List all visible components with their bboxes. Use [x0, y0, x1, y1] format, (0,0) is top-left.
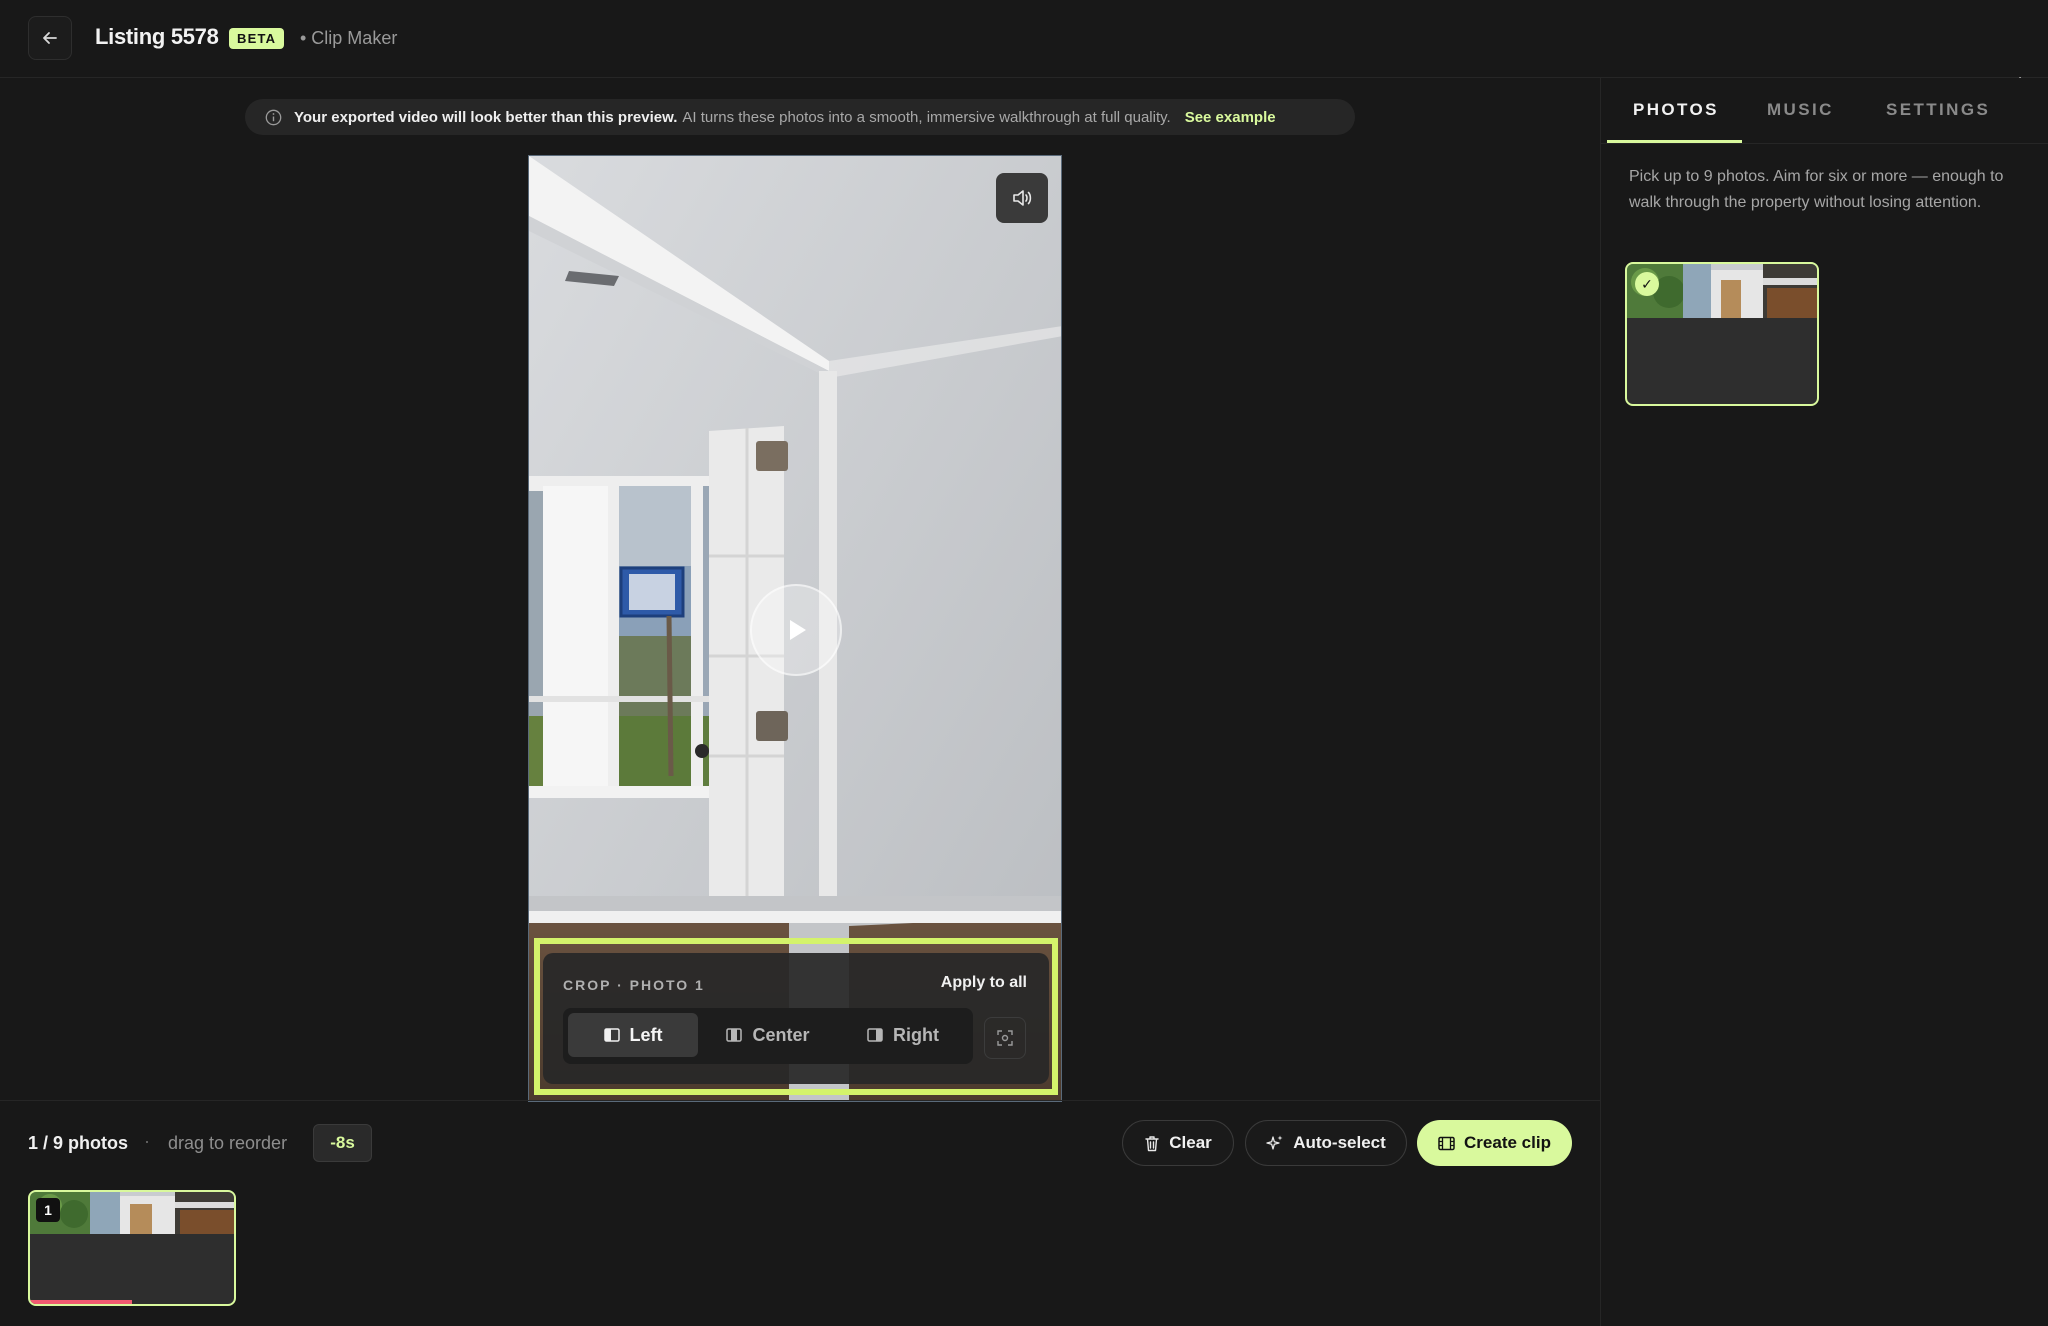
clear-button[interactable]: Clear [1122, 1120, 1234, 1166]
crop-center-label: Center [752, 1024, 810, 1045]
clear-label: Clear [1169, 1133, 1212, 1152]
crop-position-segmented-control: Left Center Right [563, 1008, 973, 1064]
create-clip-button[interactable]: Create clip [1417, 1120, 1572, 1166]
side-panel: PHOTOS MUSIC SETTINGS Pick up to 9 photo… [1600, 78, 2048, 1326]
apply-to-all-button[interactable]: Apply to all [941, 974, 1027, 992]
clip-progress-bar [30, 1300, 132, 1304]
separator-dot: · [144, 1131, 150, 1151]
play-button[interactable] [750, 584, 842, 676]
active-tab-indicator [1607, 140, 1742, 143]
volume-toggle-button[interactable] [996, 173, 1048, 223]
tab-settings[interactable]: SETTINGS [1886, 100, 1990, 120]
auto-select-button[interactable]: Auto-select [1245, 1120, 1407, 1166]
clip-order-number: 1 [36, 1198, 60, 1222]
align-right-icon [867, 1028, 883, 1042]
film-icon [1438, 1136, 1455, 1150]
drag-hint: drag to reorder [168, 1133, 288, 1153]
timeline-clip[interactable]: 1 [28, 1190, 236, 1306]
crop-right-label: Right [893, 1024, 939, 1045]
align-center-icon [726, 1028, 743, 1042]
auto-select-label: Auto-select [1293, 1133, 1386, 1152]
video-preview[interactable]: CROP · PHOTO 1 Apply to all Left Center [528, 155, 1062, 1102]
page-title: Listing 5578 [95, 24, 219, 49]
crop-left-label: Left [629, 1024, 663, 1045]
breadcrumb: • Clip Maker [300, 28, 398, 48]
crop-center-button[interactable]: Center [703, 1013, 833, 1057]
beta-badge: BETA [229, 28, 285, 49]
tab-music[interactable]: MUSIC [1767, 100, 1834, 120]
photo-card[interactable]: ✓ [1625, 262, 1819, 406]
tab-photos[interactable]: PHOTOS [1633, 100, 1719, 120]
play-icon [790, 620, 806, 640]
info-icon [265, 109, 282, 125]
see-example-link[interactable]: See example [1185, 109, 1276, 126]
duration-badge: -8s [313, 1124, 372, 1162]
crop-panel: CROP · PHOTO 1 Apply to all Left Center [543, 953, 1049, 1084]
crop-left-button[interactable]: Left [568, 1013, 698, 1057]
trash-icon [1145, 1135, 1159, 1151]
arrow-left-icon [43, 32, 57, 44]
focus-point-button[interactable] [984, 1017, 1026, 1059]
banner-text: AI turns these photos into a smooth, imm… [682, 108, 1171, 126]
banner-headline: Your exported video will look better tha… [294, 108, 678, 126]
export-quality-banner: Your exported video will look better tha… [245, 99, 1355, 135]
side-panel-tabs: PHOTOS MUSIC SETTINGS [1601, 78, 2048, 144]
photo-count: 1 / 9 photos [28, 1133, 129, 1153]
crop-right-button[interactable]: Right [838, 1013, 968, 1057]
focus-target-icon [997, 1030, 1013, 1046]
crop-panel-title: CROP · PHOTO 1 [563, 977, 705, 993]
checkmark-icon: ✓ [1635, 272, 1659, 296]
create-clip-label: Create clip [1464, 1133, 1551, 1152]
clip-thumbnail [30, 1192, 234, 1234]
sparkles-icon [1266, 1135, 1283, 1150]
align-left-icon [603, 1028, 620, 1042]
volume-icon [1013, 190, 1032, 206]
back-button[interactable] [28, 16, 72, 60]
photos-hint: Pick up to 9 photos. Aim for six or more… [1629, 168, 2004, 211]
timeline-divider [0, 1100, 1600, 1101]
top-bar: Listing 5578 BETA • Clip Maker [0, 0, 2048, 78]
